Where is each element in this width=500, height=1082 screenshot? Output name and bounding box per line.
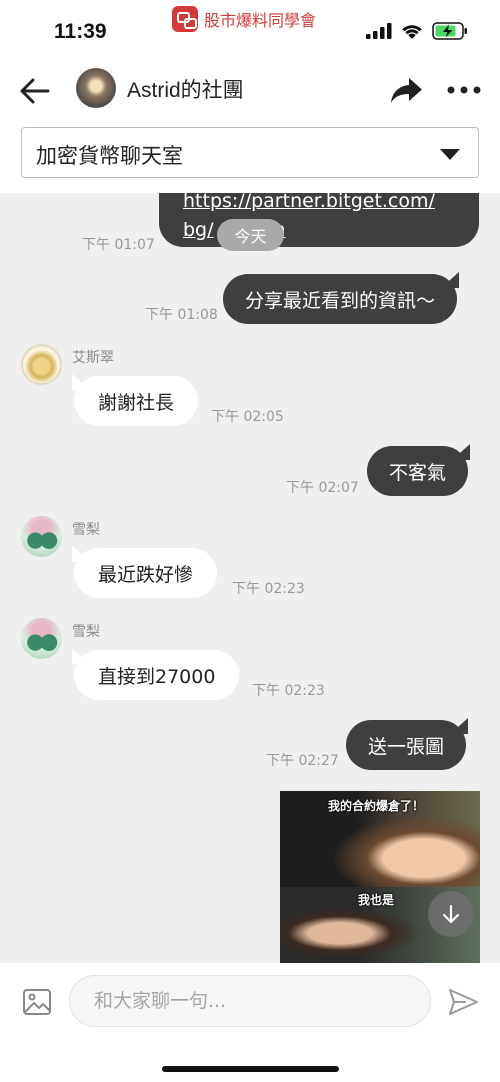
status-bar: 11:39 股市爆料同學會: [0, 0, 500, 60]
message-bubble-outgoing[interactable]: 分享最近看到的資訊～: [223, 274, 458, 324]
battery-charging-icon: [432, 22, 467, 40]
arrow-left-icon[interactable]: [18, 74, 52, 108]
status-app-name: 股市爆料同學會: [204, 11, 317, 30]
message-time: 下午 02:23: [252, 683, 325, 699]
sender-name: 艾斯翠: [72, 350, 114, 366]
message-bubble-outgoing[interactable]: 不客氣: [367, 446, 469, 496]
status-time: 11:39: [54, 20, 107, 43]
room-selector[interactable]: 加密貨幣聊天室: [21, 127, 479, 178]
message-time: 下午 02:05: [211, 409, 284, 425]
more-dots-icon[interactable]: [444, 72, 484, 108]
meme-image[interactable]: 我的合約爆倉了！ 我也是: [280, 791, 480, 963]
scroll-down-button[interactable]: [428, 891, 474, 937]
message-text: 最近跌好慘: [98, 563, 194, 586]
sender-name: 雪梨: [72, 624, 100, 640]
message-time: 下午 02:23: [232, 581, 305, 597]
message-text: 分享最近看到的資訊～: [245, 289, 436, 312]
message-bubble-incoming[interactable]: 直接到27000: [74, 650, 240, 700]
pear-avatar[interactable]: [21, 516, 62, 557]
message-input[interactable]: [69, 975, 431, 1027]
message-link[interactable]: https://partner.bitget.com/: [183, 193, 455, 216]
wifi-icon: [402, 24, 422, 39]
arrow-down-icon: [442, 904, 460, 924]
day-divider: 今天: [217, 219, 284, 251]
group-title[interactable]: Astrid的社團: [127, 74, 244, 104]
pear-avatar[interactable]: [21, 618, 62, 659]
status-indicators: [366, 22, 468, 40]
dog-avatar[interactable]: [21, 344, 62, 385]
input-bar: [0, 963, 500, 1082]
send-paper-plane-icon[interactable]: [446, 985, 480, 1019]
message-time: 下午 02:07: [286, 480, 359, 496]
message-text: 直接到27000: [98, 665, 216, 688]
app-header: Astrid的社團: [0, 60, 500, 122]
meme-caption-top: 我的合約爆倉了！: [328, 799, 425, 813]
sender-name: 雪梨: [72, 522, 100, 538]
message-bubble-incoming[interactable]: 最近跌好慘: [74, 548, 218, 598]
message-text: 謝謝社長: [98, 391, 175, 414]
meme-caption-bottom: 我也是: [358, 893, 395, 907]
status-app-indicator[interactable]: 股市爆料同學會: [172, 6, 316, 32]
cellular-signal-icon: [366, 23, 392, 39]
chat-bubbles-icon: [172, 6, 198, 32]
message-time: 下午 02:27: [266, 753, 339, 769]
group-avatar[interactable]: [76, 68, 116, 108]
message-time: 下午 01:07: [82, 237, 155, 253]
home-indicator: [162, 1066, 339, 1072]
message-time: 下午 01:08: [145, 307, 218, 323]
share-arrow-icon[interactable]: [388, 72, 424, 108]
link-message-bubble[interactable]: https://partner.bitget.com/ bg/n: [159, 193, 479, 247]
caret-down-icon: [440, 149, 460, 160]
message-bubble-outgoing[interactable]: 送一張圖: [346, 720, 467, 770]
image-picker-icon[interactable]: [22, 987, 52, 1017]
link-fragment: bg/: [183, 219, 214, 241]
message-text: 送一張圖: [368, 735, 445, 758]
room-selector-value: 加密貨幣聊天室: [36, 144, 183, 168]
chat-area[interactable]: https://partner.bitget.com/ bg/n 下午 01:0…: [0, 193, 500, 963]
message-text: 不客氣: [389, 461, 447, 484]
message-bubble-incoming[interactable]: 謝謝社長: [74, 376, 199, 426]
